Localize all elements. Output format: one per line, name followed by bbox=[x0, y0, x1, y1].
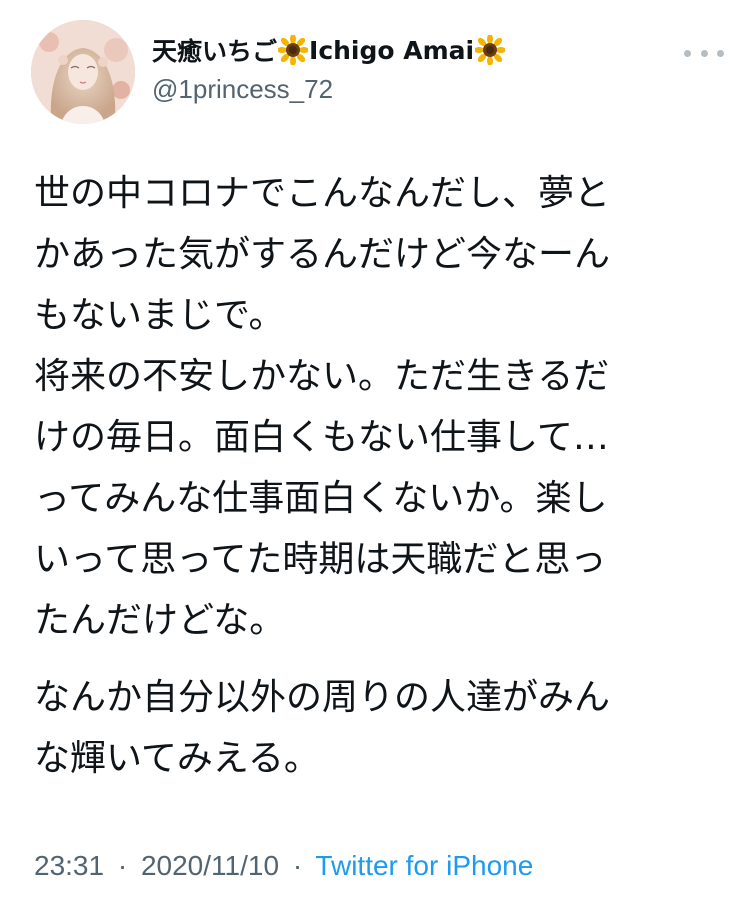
meta-separator: · bbox=[292, 850, 303, 881]
avatar[interactable] bbox=[31, 20, 135, 124]
avatar-image bbox=[31, 20, 135, 124]
tweet-card: 天癒いちご Ichigo Amai @1princess_72 世の中コロナでこ… bbox=[0, 0, 750, 901]
tweet-meta: 23:31 · 2020/11/10 · Twitter for iPhone bbox=[34, 850, 533, 882]
more-horizontal-icon bbox=[684, 49, 691, 57]
tweet-source-link[interactable]: Twitter for iPhone bbox=[315, 850, 533, 881]
sunflower-icon bbox=[475, 35, 506, 65]
meta-separator: · bbox=[117, 850, 128, 881]
tweet-date[interactable]: 2020/11/10 bbox=[141, 850, 279, 881]
tweet-time[interactable]: 23:31 bbox=[34, 850, 104, 881]
tweet-text: 世の中コロナでこんなんだし、夢と かあった気がするんだけど今なーん もないまじで… bbox=[34, 163, 724, 789]
display-name-en: Ichigo Amai bbox=[309, 35, 475, 65]
author-name-row[interactable]: 天癒いちご Ichigo Amai bbox=[152, 32, 506, 68]
display-name-jp: 天癒いちご bbox=[152, 37, 278, 66]
author-handle[interactable]: @1princess_72 bbox=[152, 74, 333, 105]
tweet-paragraph-1: 世の中コロナでこんなんだし、夢と かあった気がするんだけど今なーん もないまじで… bbox=[34, 173, 611, 641]
more-options-button[interactable] bbox=[684, 40, 724, 66]
sunflower-icon bbox=[278, 35, 309, 65]
tweet-paragraph-2: なんか自分以外の周りの人達がみん な輝いてみえる。 bbox=[34, 677, 611, 779]
